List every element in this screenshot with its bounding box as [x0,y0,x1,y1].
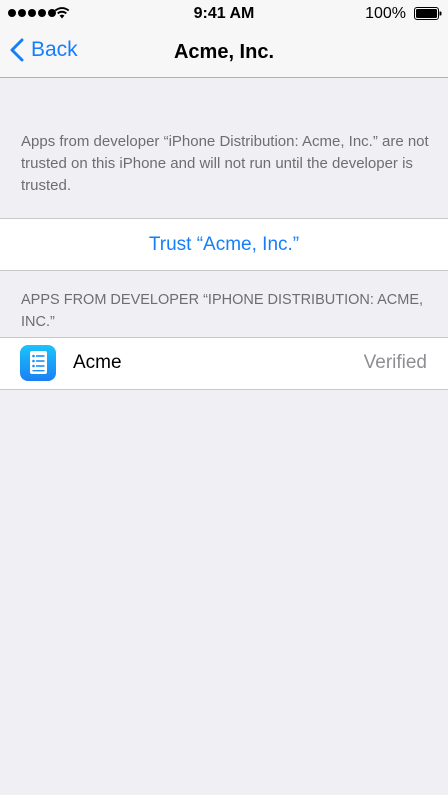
app-icon [20,345,56,381]
apps-section-header: APPS FROM DEVELOPER “IPHONE DISTRIBUTION… [21,292,424,330]
battery-percentage: 100% [365,5,406,22]
app-name: Acme [73,352,122,373]
list-item-app[interactable]: Acme Verified [0,337,448,390]
navigation-bar: Back Acme, Inc. [0,28,448,78]
trust-info-text: Apps from developer “iPhone Distribution… [21,133,429,194]
app-status-label: Verified [363,352,427,373]
trust-developer-button[interactable]: Trust “Acme, Inc.” [0,218,448,271]
status-bar: 9:41 AM 100% [0,0,448,28]
battery-icon [414,7,442,20]
page-title: Acme, Inc. [173,41,275,63]
trust-button-label: Trust “Acme, Inc.” [148,233,300,255]
